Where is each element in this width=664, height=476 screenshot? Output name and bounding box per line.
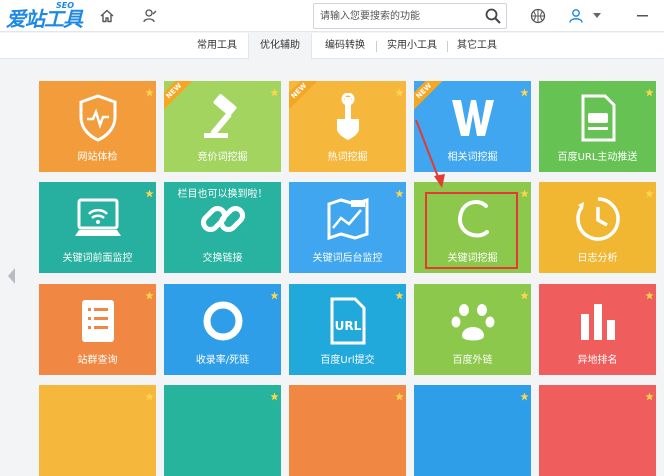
scroll-left-icon[interactable] <box>6 266 16 286</box>
tool-tile-label: 网站体检 <box>77 152 118 163</box>
word-w-icon <box>414 91 531 145</box>
tab-encoding[interactable]: 编码转换 <box>316 33 374 59</box>
chevron-down-icon[interactable] <box>590 5 604 27</box>
tile-note: 栏目也可以换到啦！ <box>177 189 268 200</box>
star-icon <box>520 183 529 198</box>
category-tabs: 常用工具 优化辅助 编码转换 实用小工具 其它工具 <box>0 33 664 60</box>
search-icon[interactable] <box>484 7 502 25</box>
highlight-box <box>425 192 518 269</box>
star-icon <box>395 183 404 198</box>
logo-seo-text: SEO <box>56 1 75 10</box>
url-push-document-icon <box>539 91 656 145</box>
user-icon[interactable] <box>565 5 587 27</box>
paw-icon <box>414 294 531 348</box>
tool-tile[interactable]: 站群查询 <box>39 284 156 375</box>
tool-tile[interactable] <box>539 385 656 476</box>
star-icon <box>520 386 529 401</box>
tool-tile[interactable]: 异地排名 <box>539 284 656 375</box>
monitor-wifi-icon <box>39 192 156 246</box>
tool-tile[interactable] <box>289 385 406 476</box>
tab-common-tools[interactable]: 常用工具 <box>188 33 246 59</box>
star-icon <box>270 82 279 97</box>
tool-tile[interactable]: 收录率/死链 <box>164 284 281 375</box>
search-input[interactable] <box>320 8 480 25</box>
tool-tile[interactable] <box>414 385 531 476</box>
tool-tile-label: 百度Url提交 <box>320 355 375 366</box>
url-document-icon: URL <box>289 294 406 348</box>
star-icon <box>395 82 404 97</box>
tool-tile-label: 相关词挖掘 <box>447 152 498 163</box>
user-switch-icon[interactable] <box>139 5 161 27</box>
shovel-icon <box>289 91 406 145</box>
tool-tile-label: 热词挖掘 <box>327 152 368 163</box>
tool-tile-label: 异地排名 <box>577 355 618 366</box>
tool-tile-label: 百度外链 <box>452 355 493 366</box>
tool-tile-label: 竞价词挖掘 <box>197 152 248 163</box>
star-icon <box>145 82 154 97</box>
tool-tile-label: 百度URL主动推送 <box>557 152 638 163</box>
basketball-icon[interactable] <box>527 5 549 27</box>
tool-tile-label: 关键词前面监控 <box>62 253 133 264</box>
tool-tile[interactable]: 日志分析 <box>539 182 656 273</box>
app-logo: 爱站工具包 SEO <box>6 1 86 60</box>
tool-tile[interactable]: 交换链接 栏目也可以换到啦！ <box>164 182 281 273</box>
star-icon <box>645 285 654 300</box>
tab-divider <box>447 41 448 52</box>
tool-tile-label: 日志分析 <box>577 253 618 264</box>
tool-tile-label: 站群查询 <box>77 355 118 366</box>
ring-icon <box>164 294 281 348</box>
tool-tile[interactable] <box>39 385 156 476</box>
star-icon <box>645 82 654 97</box>
tool-tile[interactable]: 网站体检 <box>39 81 156 172</box>
star-icon <box>520 285 529 300</box>
star-icon <box>145 285 154 300</box>
star-icon <box>145 183 154 198</box>
tool-tile-label: 收录率/死链 <box>195 355 250 366</box>
star-icon <box>270 386 279 401</box>
search-box[interactable] <box>313 3 507 29</box>
svg-text:URL: URL <box>334 319 361 333</box>
star-icon <box>645 183 654 198</box>
tool-tile[interactable]: 竞价词挖掘 NEW <box>164 81 281 172</box>
list-document-icon <box>39 294 156 348</box>
star-icon <box>145 386 154 401</box>
tab-other-tools[interactable]: 其它工具 <box>449 33 505 59</box>
tool-tile[interactable]: 关键词后台监控 <box>289 182 406 273</box>
tool-tile[interactable]: 关键词前面监控 <box>39 182 156 273</box>
tool-tile-label: 关键词后台监控 <box>312 253 383 264</box>
tab-optimization[interactable]: 优化辅助 <box>248 33 312 60</box>
star-icon <box>270 285 279 300</box>
star-icon <box>520 82 529 97</box>
top-toolbar: 爱站工具包 SEO <box>0 0 664 60</box>
shield-pulse-icon <box>39 91 156 145</box>
chain-link-icon <box>164 192 281 246</box>
minimize-icon[interactable] <box>632 5 654 27</box>
star-icon <box>395 285 404 300</box>
tool-tile[interactable]: 百度URL主动推送 <box>539 81 656 172</box>
star-icon <box>395 386 404 401</box>
bar-chart-icon <box>539 294 656 348</box>
clock-icon <box>539 192 656 246</box>
gavel-icon <box>164 91 281 145</box>
tool-tile[interactable]: 热词挖掘 NEW <box>289 81 406 172</box>
tool-tile[interactable]: 百度外链 <box>414 284 531 375</box>
tool-tile[interactable]: 相关词挖掘 NEW <box>414 81 531 172</box>
tool-tile[interactable]: URL 百度Url提交 <box>289 284 406 375</box>
tool-tile-label: 交换链接 <box>202 253 243 264</box>
star-icon <box>645 386 654 401</box>
tab-divider <box>376 41 377 52</box>
home-icon[interactable] <box>96 5 118 27</box>
map-chart-icon <box>289 192 406 246</box>
tab-utilities[interactable]: 实用小工具 <box>378 33 446 59</box>
tool-tile[interactable] <box>164 385 281 476</box>
